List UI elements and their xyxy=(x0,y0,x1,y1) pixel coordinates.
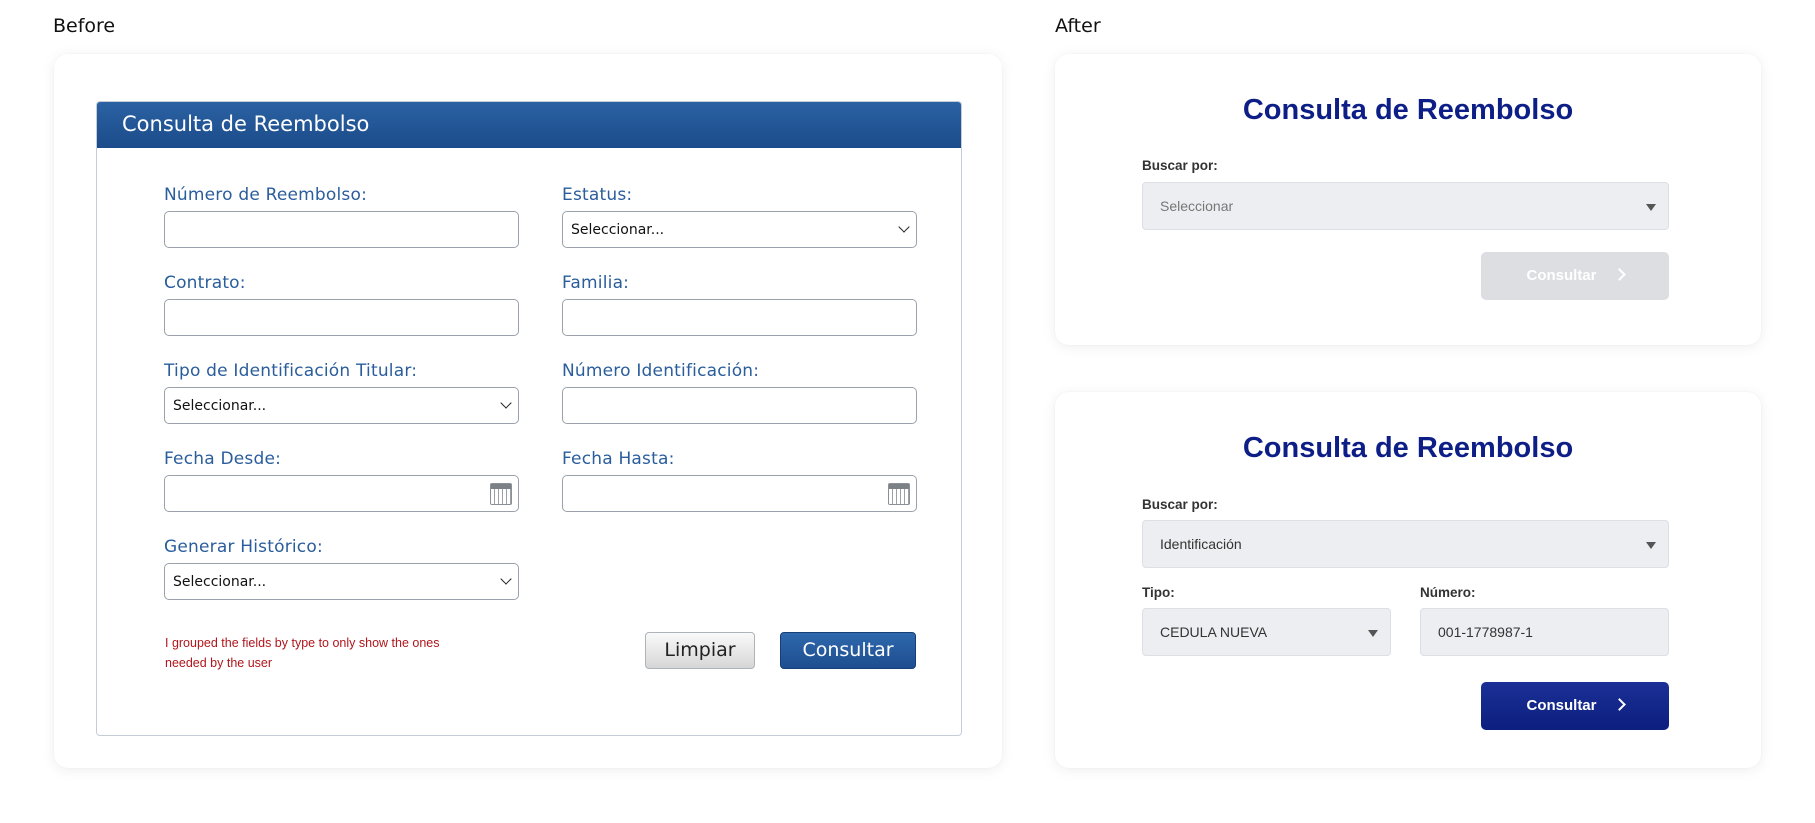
tipo-identificacion-select[interactable]: Seleccionar... xyxy=(164,387,519,424)
fecha-hasta-field: Fecha Hasta: xyxy=(562,449,917,512)
estatus-select[interactable]: Seleccionar... xyxy=(562,211,917,248)
numero-reembolso-input[interactable] xyxy=(164,211,519,248)
numero-identificacion-label: Número Identificación: xyxy=(562,361,760,381)
tipo-select-value: CEDULA NUEVA xyxy=(1160,624,1268,640)
legacy-form-title: Consulta de Reembolso xyxy=(97,102,961,148)
after-card-filled: Consulta de Reembolso Buscar por: Identi… xyxy=(1055,392,1761,768)
numero-label: Número: xyxy=(1420,585,1476,600)
page-title: Consulta de Reembolso xyxy=(1242,432,1574,464)
chevron-down-icon xyxy=(500,573,512,585)
numero-reembolso-label: Número de Reembolso: xyxy=(164,185,368,205)
generar-historico-select[interactable]: Seleccionar... xyxy=(164,563,519,600)
estatus-label: Estatus: xyxy=(562,185,633,205)
chevron-down-icon xyxy=(500,397,512,409)
before-card: Consulta de Reembolso Número de Reembols… xyxy=(54,54,1002,768)
clear-button[interactable]: Limpiar xyxy=(645,632,755,669)
fecha-desde-input[interactable] xyxy=(164,475,519,512)
search-by-select-value: Seleccionar xyxy=(1160,198,1234,214)
caret-down-icon xyxy=(1646,204,1656,211)
estatus-field: Estatus: Seleccionar... xyxy=(562,185,917,248)
design-note: I grouped the fields by type to only sho… xyxy=(165,636,440,670)
tipo-select[interactable]: CEDULA NUEVA xyxy=(1142,608,1391,656)
contrato-field: Contrato: xyxy=(164,273,519,336)
fecha-desde-label: Fecha Desde: xyxy=(164,449,282,469)
contrato-label: Contrato: xyxy=(164,273,246,293)
tipo-identificacion-select-value: Seleccionar... xyxy=(173,398,267,414)
calendar-icon[interactable] xyxy=(490,483,512,505)
chevron-right-icon xyxy=(1612,268,1626,281)
numero-input-value: 001-1778987-1 xyxy=(1438,624,1533,640)
fecha-desde-field: Fecha Desde: xyxy=(164,449,519,512)
fecha-hasta-label: Fecha Hasta: xyxy=(562,449,675,469)
search-by-select[interactable]: Identificación xyxy=(1142,520,1669,568)
generar-historico-label: Generar Histórico: xyxy=(164,537,323,557)
after-card-empty: Consulta de Reembolso Buscar por: Selecc… xyxy=(1055,54,1761,345)
generar-historico-field: Generar Histórico: Seleccionar... xyxy=(164,537,519,600)
submit-button-disabled[interactable]: Consultar xyxy=(1481,252,1669,300)
submit-button-label: Consultar xyxy=(1526,697,1597,714)
familia-input[interactable] xyxy=(562,299,917,336)
before-label: Before xyxy=(53,15,116,37)
page-title: Consulta de Reembolso xyxy=(1242,94,1574,126)
numero-identificacion-input[interactable] xyxy=(562,387,917,424)
contrato-input[interactable] xyxy=(164,299,519,336)
estatus-select-value: Seleccionar... xyxy=(571,222,665,238)
submit-button[interactable]: Consultar xyxy=(1481,682,1669,730)
familia-field: Familia: xyxy=(562,273,917,336)
tipo-identificacion-label: Tipo de Identificación Titular: xyxy=(164,361,418,381)
numero-reembolso-field: Número de Reembolso: xyxy=(164,185,519,248)
tipo-label: Tipo: xyxy=(1142,585,1175,600)
tipo-identificacion-field: Tipo de Identificación Titular: Seleccio… xyxy=(164,361,519,424)
caret-down-icon xyxy=(1646,542,1656,549)
chevron-right-icon xyxy=(1612,698,1626,711)
search-by-label: Buscar por: xyxy=(1142,158,1218,173)
chevron-down-icon xyxy=(898,221,910,233)
fecha-hasta-input[interactable] xyxy=(562,475,917,512)
familia-label: Familia: xyxy=(562,273,630,293)
search-by-select-value: Identificación xyxy=(1160,536,1242,552)
caret-down-icon xyxy=(1368,630,1378,637)
numero-input[interactable]: 001-1778987-1 xyxy=(1420,608,1669,656)
numero-identificacion-field: Número Identificación: xyxy=(562,361,917,424)
search-by-select[interactable]: Seleccionar xyxy=(1142,182,1669,230)
calendar-icon[interactable] xyxy=(888,483,910,505)
search-by-label: Buscar por: xyxy=(1142,497,1218,512)
legacy-submit-button[interactable]: Consultar xyxy=(780,632,916,669)
generar-historico-select-value: Seleccionar... xyxy=(173,574,267,590)
legacy-form-panel: Consulta de Reembolso Número de Reembols… xyxy=(96,101,962,736)
after-label: After xyxy=(1055,15,1101,37)
submit-button-label: Consultar xyxy=(1526,267,1597,284)
